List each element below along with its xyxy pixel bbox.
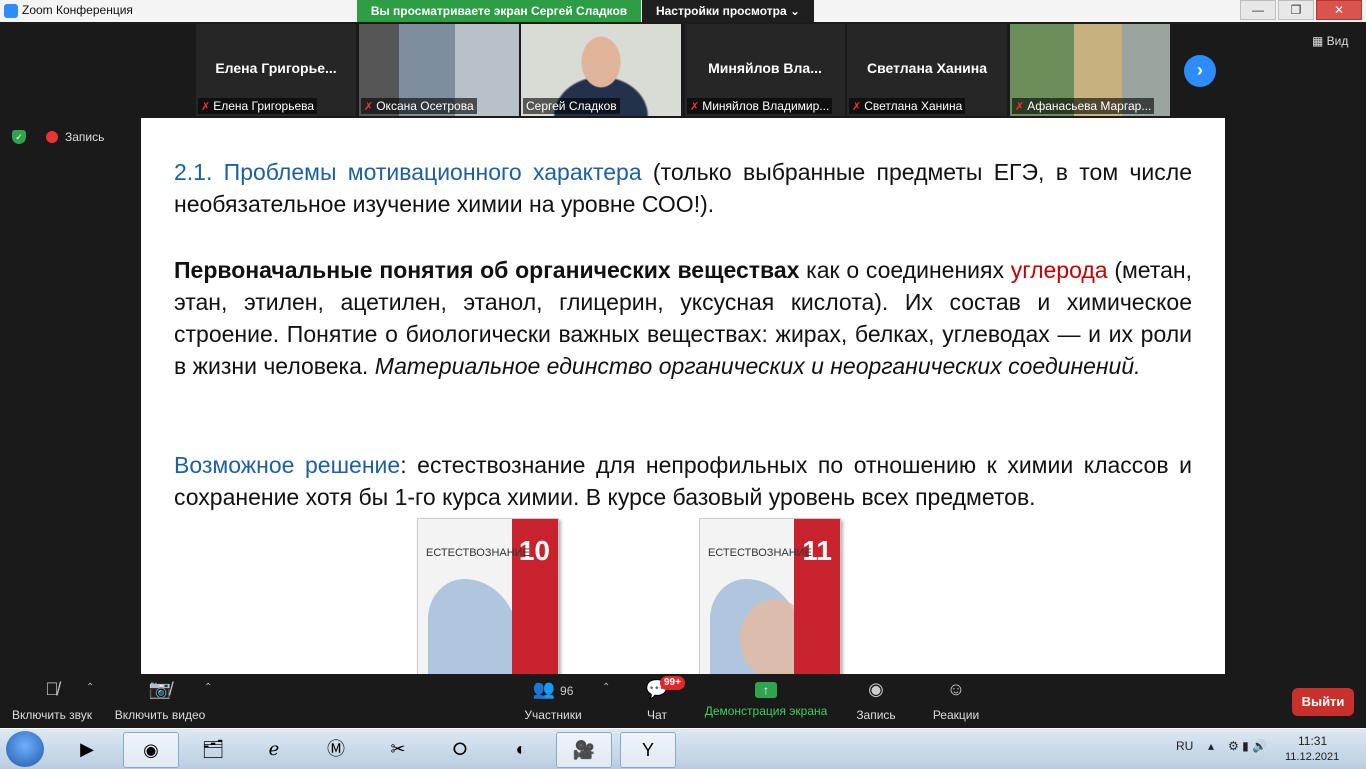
- book-title: ЕСТЕСТВОЗНАНИЕ: [426, 547, 530, 559]
- slide-paragraph-1: 2.1. Проблемы мотивационного характера (…: [174, 156, 1192, 220]
- video-options-caret-icon[interactable]: ⌃: [204, 682, 212, 693]
- reactions-button[interactable]: ☺ Реакции: [928, 674, 984, 722]
- opera-icon[interactable]: ⭘: [433, 732, 487, 766]
- slide-paragraph-3: Возможное решение: естествознание для не…: [174, 449, 1192, 513]
- participant-label: ✗ Оксана Осетрова: [361, 98, 477, 114]
- participant-tile[interactable]: Миняйлов Вла... ✗ Миняйлов Владимир...: [685, 24, 845, 116]
- slide-paragraph-2: Первоначальные понятия об органических в…: [174, 254, 1192, 382]
- participant-tile[interactable]: Елена Григорье... ✗ Елена Григорьева: [196, 24, 356, 116]
- minimize-button[interactable]: —: [1240, 0, 1276, 20]
- heading-text: 2.1. Проблемы мотивационного характера: [174, 159, 642, 185]
- participant-tile-active-speaker[interactable]: Сергей Сладков: [521, 24, 681, 116]
- grid-icon: ▦: [1312, 34, 1327, 48]
- cover-art: [428, 579, 518, 674]
- shield-icon[interactable]: ✓: [12, 130, 26, 144]
- zoom-taskbar-icon[interactable]: 🎥: [556, 732, 612, 768]
- start-video-button[interactable]: 📷̸ Включить видео: [112, 674, 208, 722]
- share-banner: Вы просматриваете экран Сергей Сладков: [357, 0, 641, 22]
- clock-time[interactable]: 11:31: [1298, 734, 1327, 748]
- participant-label: ✗ Афанасьева Маргар...: [1012, 98, 1155, 114]
- participant-tile[interactable]: ✗ Афанасьева Маргар...: [1010, 24, 1170, 116]
- tray-icons[interactable]: ⚙ ▮ 🔊: [1228, 739, 1267, 753]
- paragraph-text: как о соединениях: [799, 257, 1011, 283]
- participants-icon: 👥: [532, 679, 556, 699]
- shared-screen: 2.1. Проблемы мотивационного характера (…: [141, 118, 1225, 674]
- language-indicator[interactable]: RU: [1176, 739, 1193, 753]
- chat-unread-badge: 99+: [660, 676, 685, 690]
- zoom-app-icon: [4, 4, 18, 18]
- participant-video-strip: Елена Григорье... ✗ Елена Григорьева ✗ Окс…: [0, 22, 1366, 118]
- unmute-audio-button[interactable]: 🎙̸ Включить звук: [8, 674, 96, 722]
- tray-arrow-icon[interactable]: ▴: [1208, 739, 1214, 753]
- clock-date[interactable]: 11.12.2021: [1285, 751, 1339, 763]
- record-icon: [46, 131, 58, 143]
- smiley-icon: ☺: [946, 679, 966, 699]
- internet-explorer-icon[interactable]: ℯ: [247, 732, 301, 766]
- maximize-button[interactable]: ❐: [1278, 0, 1314, 20]
- moodle-icon[interactable]: Ⓜ: [309, 732, 363, 766]
- close-button[interactable]: ✕: [1316, 0, 1362, 20]
- leave-meeting-button[interactable]: Выйти: [1292, 688, 1354, 716]
- participant-tile[interactable]: ✗ Оксана Осетрова: [359, 24, 519, 116]
- muted-mic-icon: ✗: [201, 101, 211, 113]
- book-title: ЕСТЕСТВОЗНАНИЕ: [708, 547, 812, 559]
- participants-count: 96: [560, 684, 574, 698]
- video-off-icon: 📷̸: [148, 679, 172, 699]
- participant-name: Светлана Ханина: [866, 60, 988, 76]
- bold-text: Первоначальные понятия об органических в…: [174, 257, 800, 283]
- file-explorer-icon[interactable]: 🗂: [186, 732, 240, 766]
- yandex-browser-icon[interactable]: Y: [620, 732, 676, 768]
- start-button-icon[interactable]: [6, 731, 44, 767]
- next-page-icon[interactable]: ›: [1184, 55, 1216, 87]
- recording-label: Запись: [65, 130, 105, 144]
- participants-button[interactable]: 👥 96 Участники: [518, 674, 588, 722]
- textbook-cover: 10 ЕСТЕСТВОЗНАНИЕ: [417, 518, 559, 674]
- participant-label: Сергей Сладков: [523, 98, 620, 114]
- record-icon: ◉: [868, 679, 884, 699]
- media-player-icon[interactable]: ▶: [60, 732, 114, 766]
- windows-taskbar: ▶ ◉ 🗂 ℯ Ⓜ ✂ ⭘ ◐ 🎥 Y RU ▴ ⚙ ▮ 🔊 11:31 11.…: [0, 728, 1366, 769]
- share-screen-button[interactable]: ↑ Демонстрация экрана: [700, 674, 832, 718]
- muted-mic-icon: ✗: [690, 101, 700, 113]
- audio-options-caret-icon[interactable]: ⌃: [86, 682, 94, 693]
- muted-mic-icon: ✗: [364, 101, 374, 113]
- chrome-icon[interactable]: ◉: [123, 732, 179, 768]
- textbook-cover: 11 ЕСТЕСТВОЗНАНИЕ: [699, 518, 841, 674]
- view-button[interactable]: ▦ Вид: [1312, 34, 1348, 48]
- title-bar: Zoom Конференция Вы просматриваете экран…: [0, 0, 1366, 23]
- italic-text: Материальное единство органических и нео…: [374, 353, 1141, 379]
- meeting-controls-bar: 🎙̸ Включить звук ⌃ 📷̸ Включить видео ⌃ 👥…: [0, 674, 1366, 728]
- participant-tile[interactable]: Светлана Ханина ✗ Светлана Ханина: [847, 24, 1007, 116]
- muted-mic-icon: ✗: [852, 101, 862, 113]
- participant-name: Елена Григорье...: [215, 60, 337, 76]
- participants-caret-icon[interactable]: ⌃: [602, 682, 610, 693]
- muted-mic-icon: ✗: [1015, 101, 1025, 113]
- highlight-text: углерода: [1010, 257, 1108, 283]
- muted-mic-icon: 🎙̸: [45, 679, 59, 699]
- share-screen-icon: ↑: [755, 682, 777, 698]
- edge-icon[interactable]: ◐: [494, 732, 548, 766]
- window-title: Zoom Конференция: [22, 3, 133, 17]
- participant-name: Миняйлов Вла...: [708, 60, 822, 76]
- view-settings-button[interactable]: Настройки просмотра ⌄: [642, 0, 814, 22]
- participant-label: ✗ Светлана Ханина: [849, 98, 966, 114]
- participant-label: ✗ Елена Григорьева: [198, 98, 318, 114]
- record-button[interactable]: ◉ Запись: [850, 674, 902, 722]
- heading-text: Возможное решение: [174, 452, 401, 478]
- paint-icon[interactable]: ✂: [371, 732, 425, 766]
- participant-label: ✗ Миняйлов Владимир...: [687, 98, 833, 114]
